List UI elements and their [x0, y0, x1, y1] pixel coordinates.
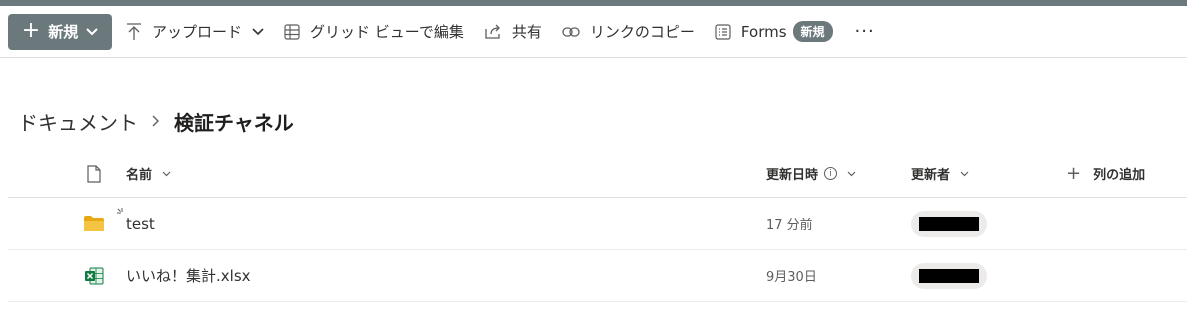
- upload-icon: [127, 22, 141, 40]
- chevron-right-icon: [152, 115, 160, 127]
- user-persona-pill[interactable]: [911, 262, 987, 289]
- chevron-down-icon: [960, 171, 969, 176]
- document-icon: [87, 164, 101, 183]
- share-button[interactable]: 共有: [474, 14, 552, 50]
- grid-view-label: グリッド ビューで編集: [310, 23, 464, 41]
- new-button[interactable]: + 新規: [8, 13, 112, 50]
- forms-button[interactable]: Forms 新規: [705, 14, 843, 50]
- grid-icon: [284, 23, 300, 40]
- upload-button[interactable]: アップロード: [116, 14, 274, 50]
- modified-by-header-label: 更新者: [911, 168, 951, 183]
- chevron-down-icon: [162, 171, 171, 176]
- share-icon: [485, 24, 500, 39]
- copy-link-button[interactable]: リンクのコピー: [552, 14, 705, 50]
- plus-icon: +: [21, 17, 41, 43]
- name-column-header[interactable]: 名前: [126, 150, 171, 197]
- name-header-label: 名前: [126, 168, 153, 183]
- file-name: test: [126, 214, 155, 233]
- list-item[interactable]: いいね！集計.xlsx 9月30日: [8, 250, 1187, 302]
- user-persona-pill[interactable]: [911, 210, 987, 237]
- breadcrumb: ドキュメント 検証チャネル: [18, 106, 294, 136]
- file-type-header[interactable]: [82, 150, 106, 197]
- list-item[interactable]: test 17 分前: [8, 198, 1187, 250]
- command-bar: + 新規 アップロード グリッド ビューで編集 共有 リンクのコピー Forms…: [0, 6, 1187, 58]
- chevron-down-icon: [252, 27, 264, 35]
- add-column-label: 列の追加: [1093, 168, 1146, 183]
- plus-icon: +: [1066, 163, 1082, 184]
- file-name: いいね！集計.xlsx: [126, 267, 251, 285]
- forms-icon: [715, 23, 731, 40]
- chevron-down-icon: [847, 171, 856, 176]
- modified-date: 17 分前: [766, 218, 813, 233]
- grid-view-button[interactable]: グリッド ビューで編集: [274, 14, 474, 50]
- new-button-label: 新規: [48, 23, 79, 41]
- redacted-username: [919, 216, 979, 231]
- add-column-button[interactable]: + 列の追加: [1066, 150, 1145, 197]
- modified-by[interactable]: [911, 250, 987, 301]
- list-header: 名前 更新日時 i 更新者 + 列の追加: [8, 150, 1187, 198]
- modified-header-label: 更新日時: [766, 168, 819, 183]
- folder-icon: [82, 198, 106, 249]
- modified-column-header[interactable]: 更新日時 i: [766, 150, 856, 197]
- forms-new-badge: 新規: [792, 21, 833, 42]
- modified-by[interactable]: [911, 198, 987, 249]
- share-label: 共有: [511, 23, 542, 41]
- modified-date: 9月30日: [766, 270, 817, 285]
- more-options-button[interactable]: ···: [843, 21, 887, 42]
- file-list: 名前 更新日時 i 更新者 + 列の追加 test 17 分前 いいね！集計.x…: [8, 150, 1187, 302]
- link-icon: [562, 26, 580, 37]
- excel-icon: [82, 250, 106, 301]
- copy-link-label: リンクのコピー: [589, 23, 695, 41]
- file-name-link[interactable]: test: [126, 198, 155, 249]
- upload-label: アップロード: [152, 23, 243, 41]
- chevron-down-icon: [86, 27, 98, 35]
- breadcrumb-root[interactable]: ドキュメント: [18, 107, 138, 136]
- forms-label: Forms: [740, 22, 787, 41]
- info-icon[interactable]: i: [824, 167, 838, 180]
- breadcrumb-current: 検証チャネル: [174, 110, 294, 135]
- file-name-link[interactable]: いいね！集計.xlsx: [126, 250, 251, 301]
- modified-by-column-header[interactable]: 更新者: [911, 150, 969, 197]
- redacted-username: [919, 268, 979, 283]
